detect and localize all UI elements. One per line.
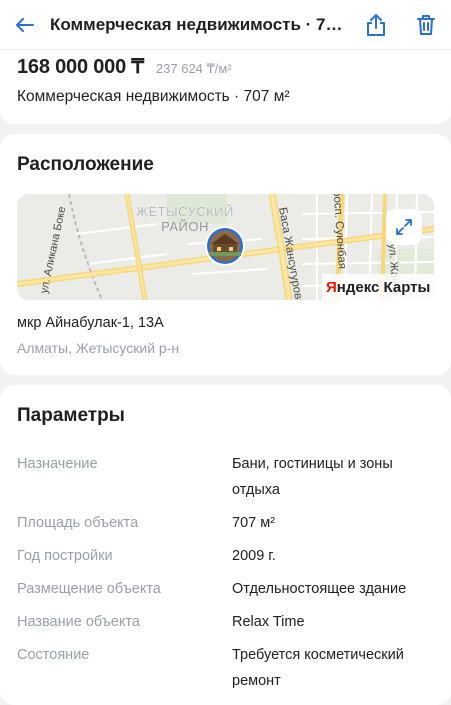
listing-subtitle: Коммерческая недвижимость · 707 м² — [17, 88, 290, 105]
map-brand-rest: ндекс Карты — [337, 279, 431, 296]
share-icon — [367, 13, 385, 36]
parameters-list: Назначение Бани, гостиницы и зоны отдыха… — [17, 451, 437, 701]
map-tiles: ул. Аликана Боке Баса Жансугурова просп.… — [17, 194, 434, 300]
location-marker-icon — [205, 226, 245, 266]
trash-icon — [417, 14, 435, 35]
param-key: Год постройки — [17, 548, 113, 564]
param-key: Размещение объекта — [17, 581, 161, 597]
location-card: Расположение ул. Аликана Боке Баса Жансу… — [0, 134, 451, 375]
param-value: Бани, гостиницы и зоны отдыха — [232, 456, 393, 498]
expand-map-button[interactable] — [386, 209, 422, 245]
back-arrow-icon — [16, 17, 34, 32]
param-value: 2009 г. — [232, 548, 276, 564]
param-value: Требуется косметический ремонт — [232, 647, 404, 689]
map-district-line1: ЖЕТЫСУСКИЙ — [136, 204, 234, 219]
top-bar: Коммерческая недвижимость · 707 м² — [0, 0, 451, 50]
param-key: Состояние — [17, 647, 90, 663]
map-district-line2: РАЙОН — [161, 219, 209, 234]
parameters-heading: Параметры — [17, 405, 125, 426]
address: мкр Айнабулак-1, 13А — [17, 315, 164, 331]
param-row-placement: Размещение объекта Отдельностоящее здани… — [17, 576, 437, 602]
price-per-m2: 237 624 ₸/м² — [155, 61, 232, 76]
back-button[interactable] — [0, 0, 50, 50]
map-brand-red: Я — [326, 279, 337, 296]
price-card: 168 000 000 ₸ 237 624 ₸/м² Коммерческая … — [0, 40, 451, 124]
param-row-purpose: Назначение Бани, гостиницы и зоны отдыха — [17, 451, 437, 503]
share-button[interactable] — [351, 0, 401, 50]
param-value: Отдельностоящее здание — [232, 581, 407, 597]
param-row-area: Площадь объекта 707 м² — [17, 510, 437, 536]
param-value: Relax Time — [232, 614, 305, 630]
svg-text:Яндекс Карты: Яндекс Карты — [326, 279, 430, 296]
price: 168 000 000 ₸ — [17, 56, 144, 78]
delete-button[interactable] — [401, 0, 451, 50]
param-key: Площадь объекта — [17, 515, 139, 531]
param-row-name: Название объекта Relax Time — [17, 609, 437, 635]
page-title: Коммерческая недвижимость · 707 м² — [50, 14, 351, 34]
param-key: Назначение — [17, 456, 98, 472]
location-heading: Расположение — [17, 154, 154, 175]
expand-icon — [396, 219, 412, 235]
city-district: Алматы, Жетысуский р-н — [17, 340, 180, 356]
param-value: 707 м² — [232, 515, 276, 531]
price-row: 168 000 000 ₸ 237 624 ₸/м² — [17, 54, 232, 79]
param-row-year: Год постройки 2009 г. — [17, 543, 437, 569]
map-preview[interactable]: ул. Аликана Боке Баса Жансугурова просп.… — [17, 194, 434, 300]
param-key: Название объекта — [17, 614, 140, 630]
parameters-card: Параметры Назначение Бани, гостиницы и з… — [0, 385, 451, 705]
param-row-condition: Состояние Требуется косметический ремонт — [17, 642, 437, 694]
